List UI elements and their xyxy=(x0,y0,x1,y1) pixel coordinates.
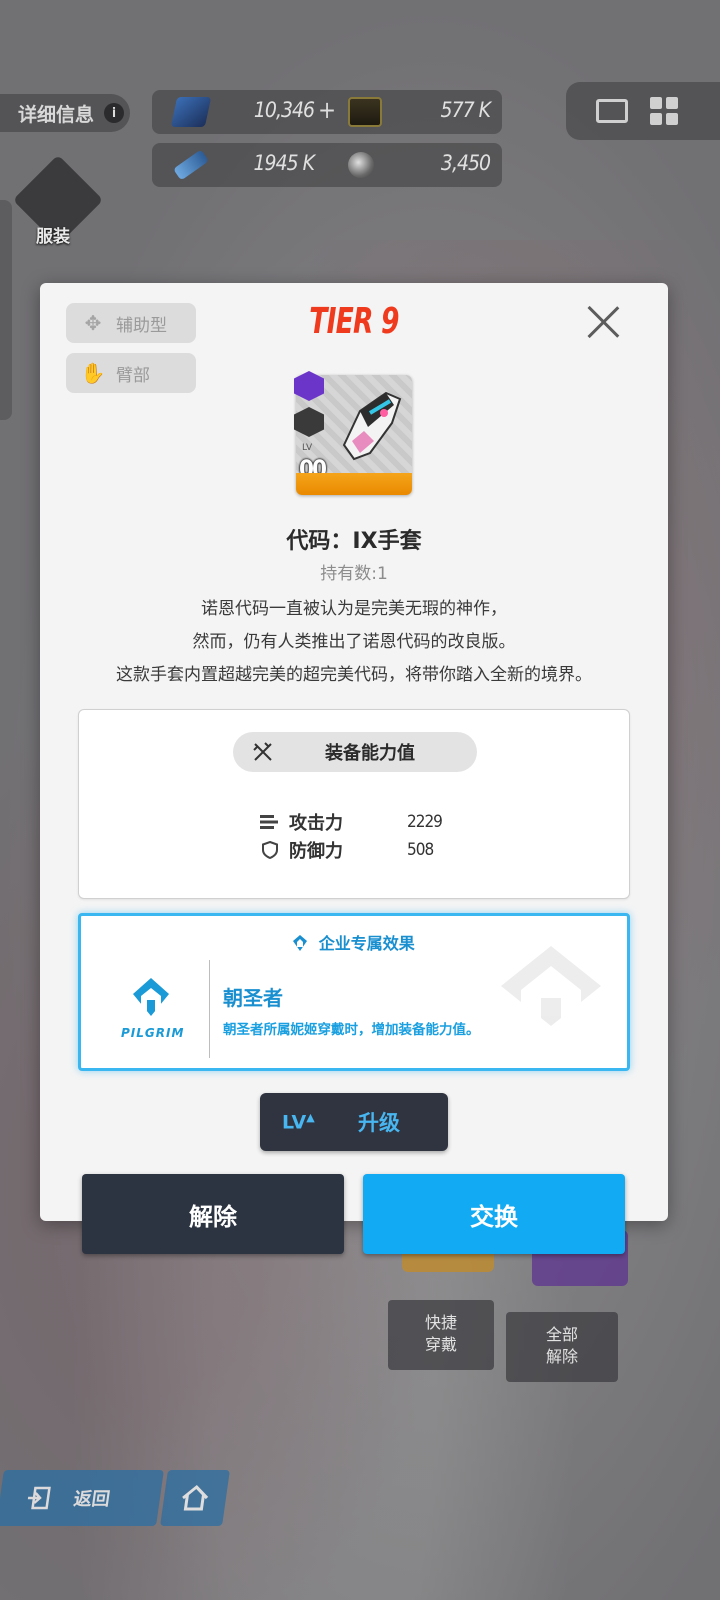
rarity-bar xyxy=(296,473,412,495)
level-up-lv-text: LV xyxy=(282,1111,307,1134)
back-button[interactable]: 返回 xyxy=(0,1470,164,1526)
mail-icon[interactable] xyxy=(596,99,628,123)
resource-battery xyxy=(173,143,209,187)
detail-info-button[interactable]: 详细信息 i xyxy=(0,94,130,132)
stat-row-attack: 攻击力 2229 xyxy=(259,810,443,834)
corp-effect-icon xyxy=(293,935,308,951)
tier-title: TIER 9 xyxy=(309,301,399,342)
add-crystal-icon[interactable]: + xyxy=(318,96,336,124)
info-icon: i xyxy=(104,103,125,123)
defense-label: 防御力 xyxy=(289,841,343,862)
corporation-effect-panel: 企业专属效果 PILGRIM 朝圣者 朝圣者所属妮姬穿戴时，增加装备能力值。 xyxy=(78,913,630,1071)
description-line: 这款手套内置超越完美的超完美代码，将带你踏入全新的境界。 xyxy=(116,665,592,685)
attack-label: 攻击力 xyxy=(289,813,343,834)
item-level-label: LV xyxy=(302,443,313,453)
item-name: 代码：IX手套 xyxy=(286,529,422,554)
stats-header-label: 装备能力值 xyxy=(325,743,415,764)
corp-effect-title-label: 企业专属效果 xyxy=(318,934,415,953)
corp-effect-title: 企业专属效果 xyxy=(81,930,627,954)
part-tag: ✋ 臂部 xyxy=(66,353,196,393)
description-line: 诺恩代码一直被认为是完美无瑕的神作， xyxy=(201,599,507,619)
corp-effect-description: 朝圣者所属妮姬穿戴时，增加装备能力值。 xyxy=(223,1022,480,1038)
upgrade-label: 升级 xyxy=(358,1111,400,1135)
orb-icon xyxy=(348,152,374,178)
exit-icon xyxy=(27,1486,51,1510)
resource-bar-top: 10,346 + 577 K xyxy=(152,90,502,134)
upgrade-button[interactable]: LV▲ 升级 xyxy=(260,1093,448,1151)
gold-icon xyxy=(348,97,382,127)
attack-icon xyxy=(259,814,281,830)
top-right-menu xyxy=(566,82,720,140)
resource-battery-value: 1945 K xyxy=(253,151,315,175)
left-side-tab xyxy=(0,200,12,420)
glove-item-art xyxy=(342,391,402,461)
corp-name: 朝圣者 xyxy=(223,986,283,1010)
resource-crystal-value: 10,346 xyxy=(253,98,315,122)
equipment-detail-dialog: ✥ 辅助型 ✋ 臂部 TIER 9 LV 00 代码：IX手套 持有数:1 诺恩… xyxy=(40,283,668,1221)
part-tag-label: 臂部 xyxy=(116,365,150,386)
stats-header: 装备能力值 xyxy=(233,732,477,772)
resource-bar-bottom: 1945 K 3,450 xyxy=(152,143,502,187)
equipment-stats-panel: 装备能力值 攻击力 2229 防御力 508 xyxy=(78,709,630,899)
stat-row-defense: 防御力 508 xyxy=(259,838,434,862)
close-button[interactable] xyxy=(582,301,624,343)
item-description: 诺恩代码一直被认为是完美无瑕的神作， 然而，仍有人类推出了诺恩代码的改良版。 这… xyxy=(40,593,668,692)
home-button[interactable] xyxy=(160,1470,230,1526)
grid-menu-icon[interactable] xyxy=(650,97,678,125)
pilgrim-logo: PILGRIM xyxy=(121,976,185,1046)
pilgrim-watermark-icon xyxy=(501,946,601,1046)
owned-count: 持有数:1 xyxy=(320,564,388,584)
costume-label: 服装 xyxy=(36,227,70,247)
unequip-button[interactable]: 解除 xyxy=(82,1174,344,1254)
description-line: 然而，仍有人类推出了诺恩代码的改良版。 xyxy=(192,632,516,652)
pilgrim-logo-text: PILGRIM xyxy=(121,1026,185,1040)
attack-value: 2229 xyxy=(407,812,443,832)
pilgrim-logo-icon xyxy=(133,978,169,1016)
resource-orb-value: 3,450 xyxy=(440,151,491,175)
unequip-all-button[interactable]: 全部 解除 xyxy=(506,1312,618,1382)
resource-gold-value: 577 K xyxy=(440,98,491,122)
resource-gold xyxy=(348,90,382,134)
resource-crystal xyxy=(170,90,212,134)
hand-icon: ✋ xyxy=(80,361,106,385)
shield-icon xyxy=(259,841,281,859)
detail-info-label: 详细信息 xyxy=(18,103,95,126)
swap-button[interactable]: 交换 xyxy=(363,1174,625,1254)
divider xyxy=(209,960,210,1058)
quick-equip-button[interactable]: 快捷 穿戴 xyxy=(388,1300,494,1370)
defense-value: 508 xyxy=(407,840,434,860)
back-label: 返回 xyxy=(72,1489,112,1510)
level-up-icon: LV▲ xyxy=(282,1110,315,1134)
home-icon xyxy=(182,1484,209,1511)
resource-orb xyxy=(348,143,374,187)
